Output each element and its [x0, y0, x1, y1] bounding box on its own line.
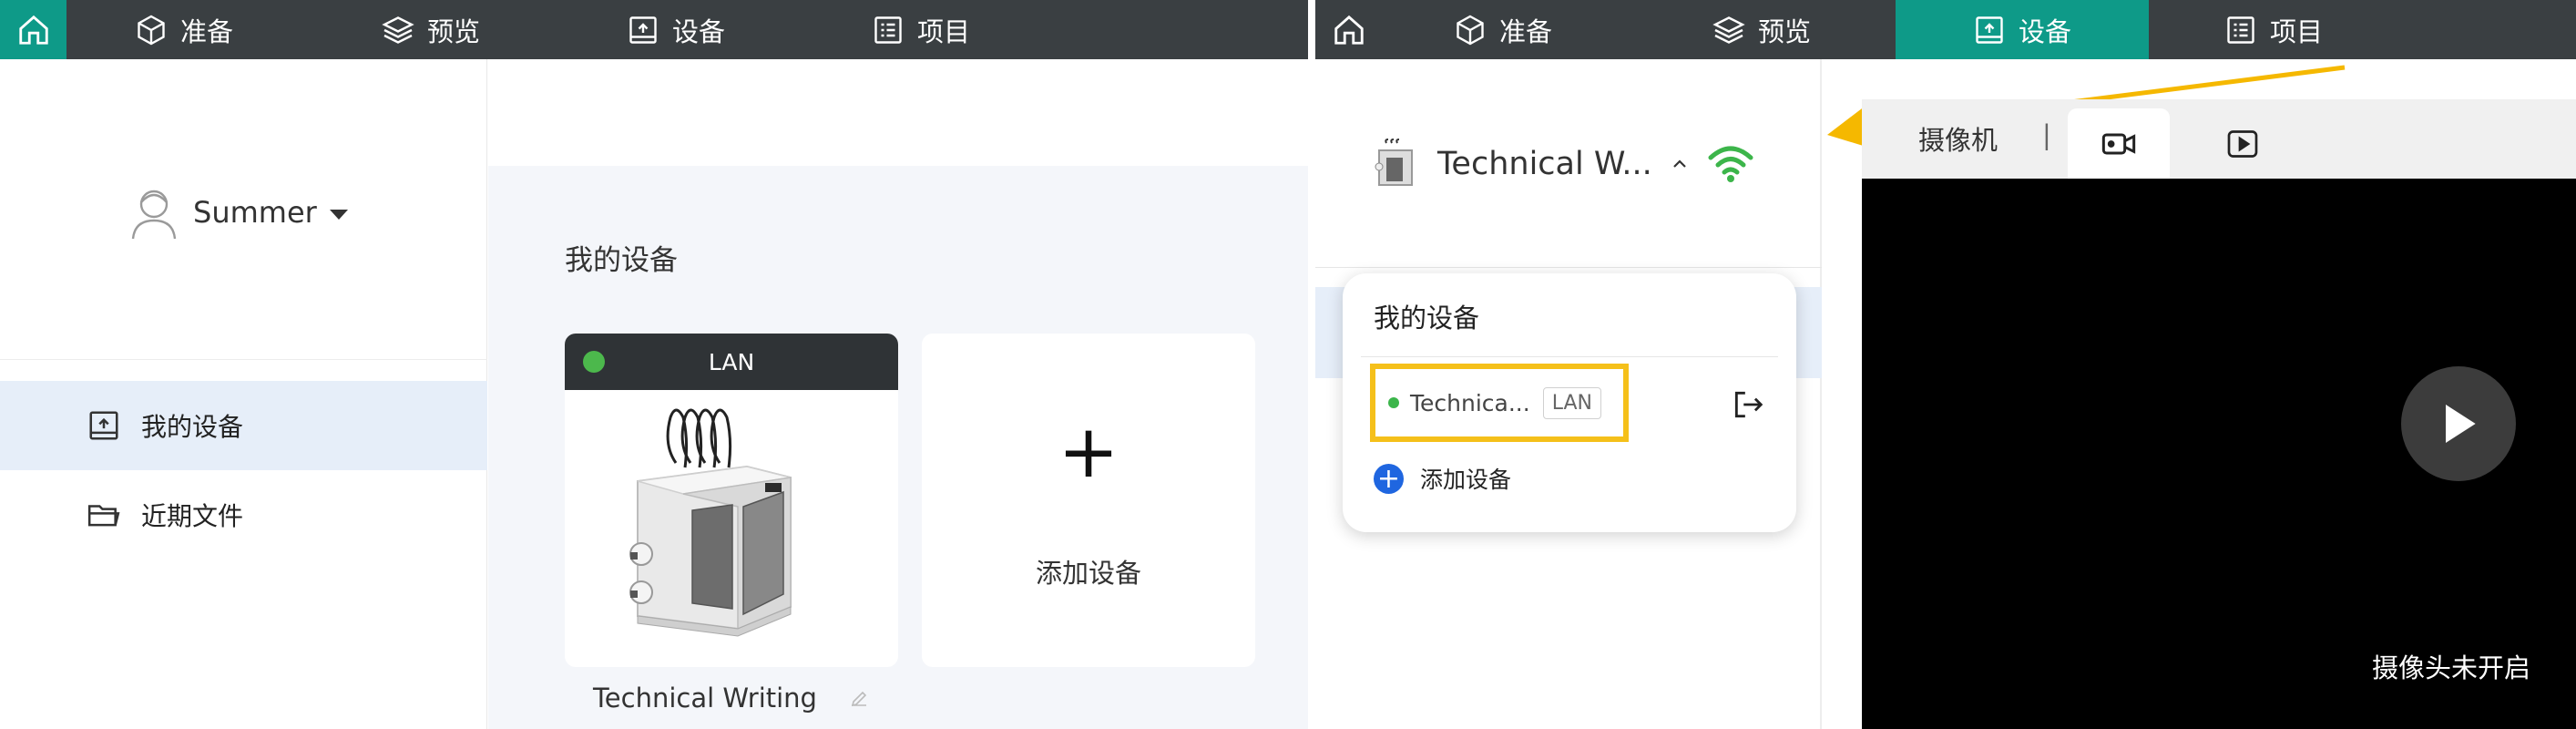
selected-device-name: Technical W... — [1437, 146, 1652, 182]
tab-live-video[interactable] — [2068, 108, 2170, 179]
nav-tab-label: 设备 — [672, 15, 726, 47]
nav-tab-prepare[interactable]: 准备 — [135, 0, 233, 59]
nav-tab-label: 准备 — [180, 15, 234, 47]
highlighted-device-entry[interactable]: Technica... LAN — [1370, 364, 1629, 442]
device-name: Technica... — [1410, 389, 1530, 416]
nav-tab-preview[interactable]: 预览 — [1712, 0, 1811, 59]
device-dropdown-popup: 我的设备 Technica... LAN + 添加设备 — [1343, 273, 1796, 532]
add-device-button[interactable]: + 添加设备 — [1374, 460, 1511, 497]
add-device-label: 添加设备 — [1035, 558, 1141, 589]
popup-title: 我的设备 — [1374, 303, 1480, 334]
avatar-icon — [131, 190, 177, 240]
add-device-card[interactable]: + 添加设备 — [922, 334, 1255, 667]
layers-icon — [382, 15, 414, 44]
nav-tab-label: 项目 — [2270, 15, 2324, 47]
connection-type-label: LAN — [708, 348, 755, 375]
list-icon — [2227, 15, 2254, 44]
nav-tab-device[interactable]: 设备 — [1896, 0, 2149, 59]
tab-separator: | — [2042, 119, 2051, 150]
plus-icon: + — [1058, 409, 1119, 494]
device-icon — [629, 15, 657, 44]
screenshot-gap — [1308, 0, 1315, 729]
list-icon — [874, 15, 902, 44]
device-card[interactable]: LAN — [565, 334, 898, 667]
nav-tab-project[interactable]: 项目 — [872, 0, 970, 59]
device-name-row: Technical Writing — [565, 678, 898, 718]
nav-tab-label: 预览 — [1758, 15, 1812, 47]
nav-tab-prepare[interactable]: 准备 — [1454, 0, 1552, 59]
right-screenshot: 准备 预览 设备 项目 Technical W... 我的设备 Technica… — [1315, 0, 2576, 729]
section-title: 我的设备 — [565, 244, 678, 277]
video-camera-icon — [2101, 133, 2136, 154]
tab-playback[interactable] — [2206, 108, 2279, 179]
disconnect-icon[interactable] — [1731, 387, 1765, 422]
device-icon — [89, 411, 118, 440]
nav-tab-label: 项目 — [917, 15, 971, 47]
edit-pencil-icon[interactable] — [848, 687, 870, 709]
cube-icon — [138, 15, 165, 45]
sidebar-item-label: 我的设备 — [141, 412, 244, 442]
device-sidebar: Technical W... 我的设备 Technica... LAN + 添加… — [1315, 59, 1822, 729]
device-name: Technical Writing — [593, 683, 817, 714]
caret-down-icon[interactable] — [329, 209, 348, 220]
nav-tab-label: 预览 — [427, 15, 481, 47]
camera-label: 摄像机 — [1918, 125, 1998, 156]
device-selector[interactable]: Technical W... — [1374, 132, 1754, 196]
sidebar-divider — [0, 359, 487, 360]
sidebar-divider — [1315, 267, 1822, 268]
play-icon — [2446, 405, 2476, 443]
device-icon — [1976, 15, 2003, 44]
sidebar-item-label: 近期文件 — [141, 501, 244, 531]
layers-icon — [1712, 15, 1745, 44]
play-button[interactable] — [2401, 366, 2516, 481]
user-name: Summer — [193, 195, 317, 230]
home-icon — [1334, 15, 1364, 45]
device-list-area: 我的设备 LAN Technical Writing + 添加设备 — [488, 166, 1308, 729]
plus-circle-icon: + — [1374, 463, 1404, 494]
wifi-icon — [1708, 146, 1753, 182]
nav-tab-label: 设备 — [2018, 15, 2071, 47]
chevron-up-icon[interactable] — [1669, 153, 1691, 175]
sidebar: Summer 我的设备 近期文件 — [0, 59, 487, 729]
popup-device-row[interactable]: Technica... LAN — [1361, 351, 1778, 442]
nav-tab-device[interactable]: 设备 — [627, 0, 725, 59]
nav-tab-label: 准备 — [1499, 15, 1553, 47]
camera-off-text: 摄像头未开启 — [2372, 652, 2531, 683]
home-button[interactable] — [1315, 0, 1382, 59]
online-status-dot — [583, 351, 605, 373]
printer-image — [629, 408, 792, 637]
cube-icon — [1457, 15, 1484, 45]
home-icon — [18, 15, 48, 45]
camera-tab-bar: 摄像机 | — [1862, 99, 2576, 179]
online-status-dot — [1388, 397, 1399, 408]
device-card-header: LAN — [565, 334, 898, 390]
home-button[interactable] — [0, 0, 66, 59]
sidebar-item-recent-files[interactable]: 近期文件 — [0, 470, 487, 560]
lan-badge: LAN — [1542, 386, 1601, 419]
top-nav-bar: 准备 预览 设备 项目 — [0, 0, 1308, 59]
camera-view: 摄像头未开启 — [1862, 179, 2576, 729]
top-nav-bar: 准备 预览 设备 项目 — [1315, 0, 2576, 59]
play-box-icon — [2227, 129, 2258, 158]
camera-panel: 摄像机 | 摄像头未开启 — [1862, 99, 2576, 729]
nav-tab-preview[interactable]: 预览 — [382, 0, 480, 59]
folder-icon — [87, 505, 120, 527]
left-screenshot: 准备 预览 设备 项目 Summer 我的设备 近期文件 我的设备 LAN Te… — [0, 0, 1308, 729]
sidebar-item-my-devices[interactable]: 我的设备 — [0, 381, 487, 470]
user-menu[interactable]: Summer — [128, 185, 348, 240]
add-device-label: 添加设备 — [1420, 467, 1512, 493]
nav-tab-project[interactable]: 项目 — [2224, 0, 2323, 59]
printer-thumbnail-icon — [1375, 139, 1413, 186]
